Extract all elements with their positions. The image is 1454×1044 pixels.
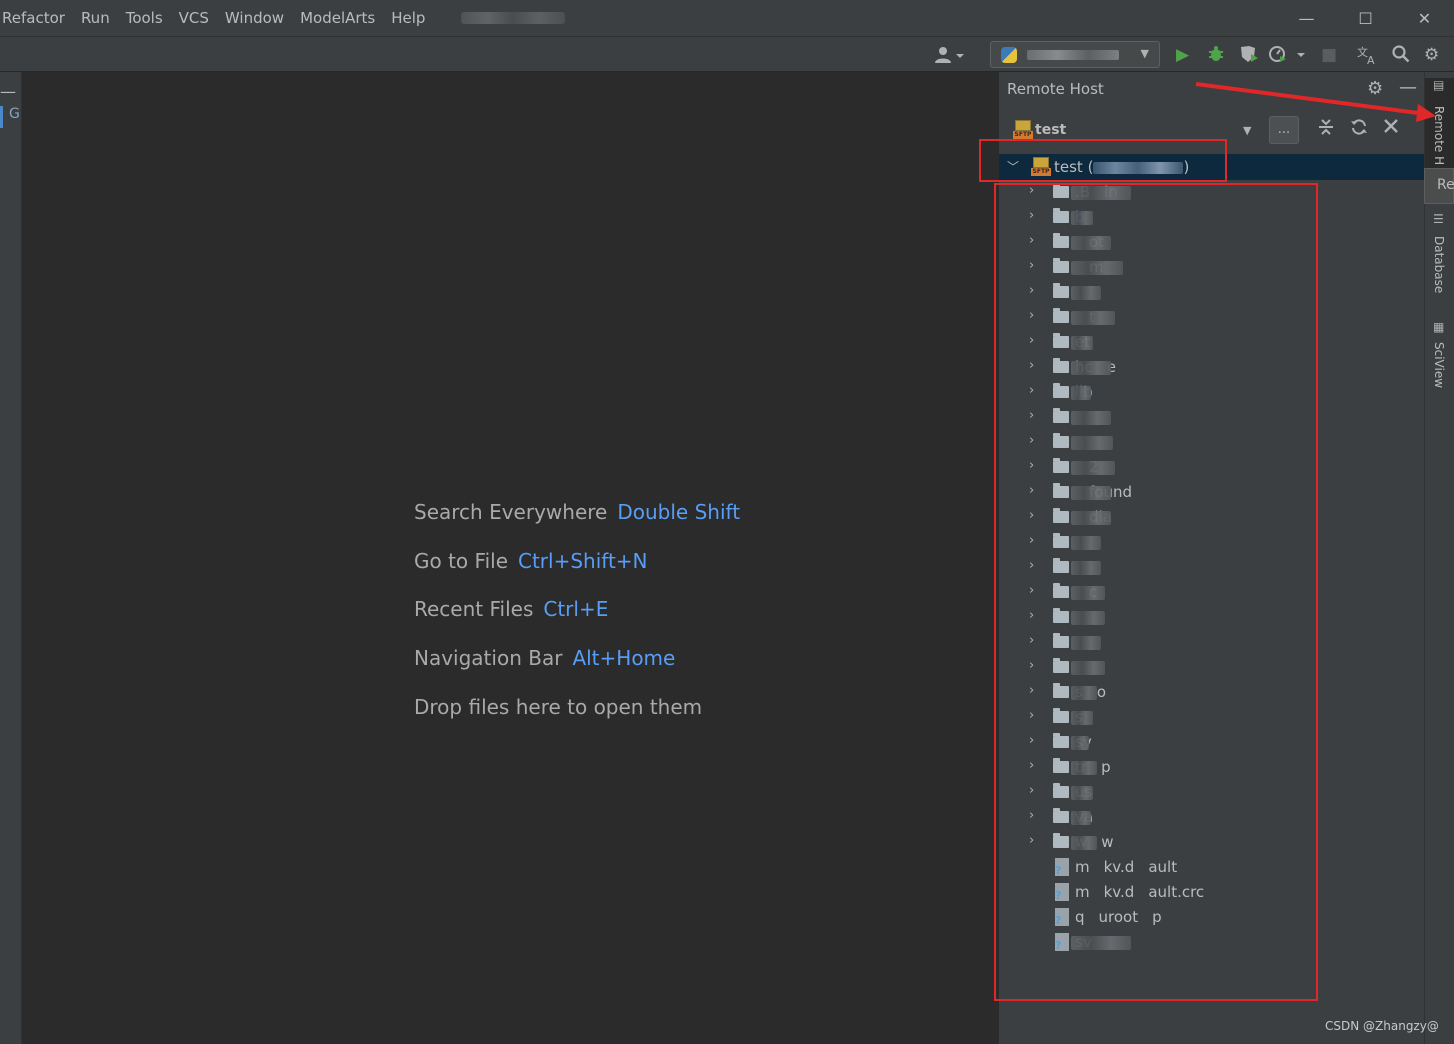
tab-label: SciView (1432, 342, 1446, 389)
database-icon: ☰ (1433, 212, 1444, 226)
hint-label: Recent Files (414, 597, 534, 622)
hint-drop-files: Drop files here to open them (414, 695, 740, 744)
menu-bar: Refactor Run Tools VCS Window ModelArts … (0, 0, 1454, 36)
run-configuration-selector[interactable]: ▼ (990, 41, 1160, 68)
menu-window[interactable]: Window (217, 9, 292, 27)
sciview-icon: ▦ (1433, 320, 1445, 334)
hint-shortcut: Alt+Home (572, 646, 676, 671)
hint-go-to-file: Go to File Ctrl+Shift+N (414, 549, 740, 598)
tab-sciview[interactable]: ▦ SciView (1425, 320, 1454, 400)
hint-label: Navigation Bar (414, 646, 563, 671)
chevron-down-icon[interactable]: ▼ (1243, 124, 1251, 137)
user-icon[interactable] (934, 46, 964, 68)
connection-name[interactable]: test (1035, 122, 1066, 138)
left-tool-tab[interactable]: G (0, 106, 22, 128)
menu-run[interactable]: Run (73, 9, 118, 27)
hint-shortcut: Ctrl+Shift+N (518, 548, 648, 573)
chevron-down-icon: ▼ (1140, 47, 1149, 60)
hint-shortcut: Double Shift (617, 500, 741, 524)
tab-database[interactable]: ☰ Database (1425, 212, 1454, 302)
search-icon[interactable] (1392, 45, 1410, 68)
annotation-box-root (979, 139, 1227, 182)
ide-window: Refactor Run Tools VCS Window ModelArts … (0, 0, 1454, 1044)
stop-icon[interactable]: ■ (1321, 45, 1337, 65)
debug-icon[interactable] (1207, 45, 1225, 68)
coverage-icon[interactable] (1239, 45, 1259, 68)
menu-vcs[interactable]: VCS (171, 9, 217, 27)
settings-icon[interactable]: ⚙ (1424, 45, 1439, 65)
annotation-box-tree (994, 183, 1318, 1001)
translate-icon[interactable]: 文A (1357, 45, 1379, 70)
window-title-redacted (461, 12, 566, 24)
hint-shortcut: Ctrl+E (543, 597, 609, 622)
hint-navigation-bar: Navigation Bar Alt+Home (414, 646, 740, 695)
run-configuration-name-redacted (1027, 50, 1119, 60)
annotation-arrow (1195, 82, 1436, 122)
minimize-button[interactable]: — (1277, 0, 1336, 36)
tab-label: Database (1432, 236, 1446, 294)
hint-search-everywhere: Search Everywhere Double Shift (414, 500, 740, 549)
run-icon[interactable]: ▶ (1176, 45, 1189, 65)
panel-title: Remote Host (1007, 80, 1104, 98)
menu-refactor[interactable]: Refactor (0, 9, 73, 27)
svg-text:A: A (1367, 54, 1375, 65)
right-tool-strip: ▤ Remote H ☰ Database ▦ SciView (1424, 72, 1454, 1044)
hint-label: Go to File (414, 548, 508, 573)
hint-recent-files: Recent Files Ctrl+E (414, 597, 740, 646)
tooltip: Re (1424, 168, 1454, 204)
window-controls: — ☐ ✕ (1277, 0, 1454, 36)
python-icon (1001, 47, 1017, 63)
menu-modelarts[interactable]: ModelArts (292, 9, 383, 27)
minimize-icon[interactable]: — (0, 82, 16, 101)
sftp-icon: SFTP (1013, 120, 1033, 140)
hint-label: Search Everywhere (414, 500, 608, 524)
main-toolbar: ▼ ▶ ■ 文A ⚙ (0, 36, 1454, 72)
maximize-button[interactable]: ☐ (1336, 0, 1395, 36)
profile-icon[interactable] (1269, 45, 1305, 68)
editor-hints: Search Everywhere Double Shift Go to File… (414, 500, 740, 743)
close-button[interactable]: ✕ (1395, 0, 1454, 36)
watermark: CSDN @Zhangzy@ (1325, 1019, 1439, 1033)
left-tool-strip: — G (0, 72, 22, 1044)
hint-label: Drop files here to open them (414, 694, 703, 719)
menu-help[interactable]: Help (383, 9, 433, 27)
menu-tools[interactable]: Tools (118, 9, 171, 27)
